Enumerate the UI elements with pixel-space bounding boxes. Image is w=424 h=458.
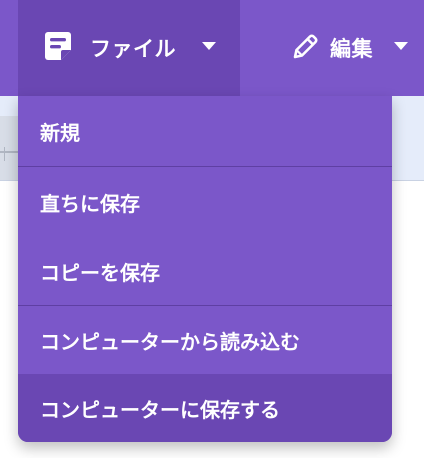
editor-background-line xyxy=(0,151,20,153)
edit-menu-button[interactable]: 編集 xyxy=(268,0,424,96)
file-menu-button[interactable]: ファイル xyxy=(18,0,240,96)
menu-item-load-from-computer[interactable]: コンピューターから読み込む xyxy=(18,306,392,374)
editor-background-block xyxy=(0,116,18,180)
menu-item-save-copy[interactable]: コピーを保存 xyxy=(18,237,392,305)
file-dropdown-menu: 新規 直ちに保存 コピーを保存 コンピューターから読み込む コンピューターに保存… xyxy=(18,96,392,442)
menu-item-save-now[interactable]: 直ちに保存 xyxy=(18,167,392,237)
chevron-down-icon xyxy=(394,42,408,50)
edit-menu-label: 編集 xyxy=(330,37,373,61)
chevron-down-icon xyxy=(202,42,216,50)
document-icon xyxy=(44,30,74,62)
menu-item-label: 直ちに保存 xyxy=(40,191,140,216)
file-menu-label: ファイル xyxy=(90,37,176,61)
menu-item-label: コンピューターに保存する xyxy=(40,397,280,422)
pencil-icon xyxy=(290,32,320,62)
editor-background-tick xyxy=(4,147,5,161)
menu-item-save-to-computer[interactable]: コンピューターに保存する xyxy=(18,374,392,442)
menu-item-new[interactable]: 新規 xyxy=(18,96,392,166)
menu-item-label: コピーを保存 xyxy=(40,260,160,285)
menu-item-label: コンピューターから読み込む xyxy=(40,329,300,354)
menu-item-label: 新規 xyxy=(40,120,80,145)
